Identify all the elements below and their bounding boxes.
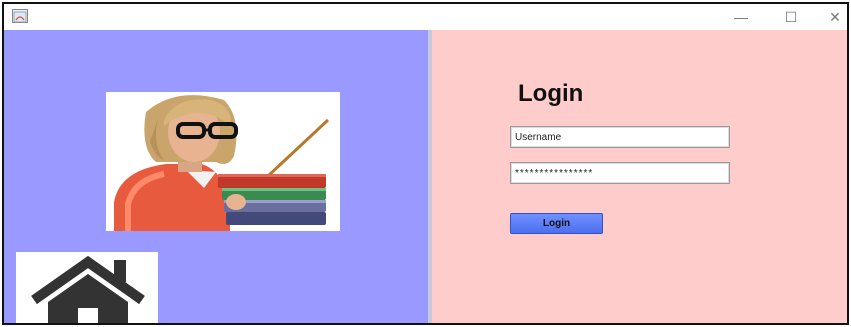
minimize-button[interactable]: — — [718, 4, 764, 30]
app-window: — ☐ ✕ Login Username **************** Lo… — [2, 2, 849, 325]
close-icon: ✕ — [829, 8, 841, 25]
maximize-button[interactable]: ☐ — [768, 4, 814, 30]
login-button-label: Login — [542, 218, 571, 229]
teacher-icon — [106, 92, 340, 231]
minimize-icon: — — [734, 9, 748, 25]
login-button[interactable]: Login — [510, 213, 603, 234]
home-icon[interactable] — [16, 252, 158, 323]
close-button[interactable]: ✕ — [812, 4, 847, 30]
java-app-icon — [12, 9, 28, 23]
title-bar[interactable]: — ☐ ✕ — [4, 4, 847, 30]
password-field[interactable] — [510, 162, 730, 184]
login-panel: Login Login — [432, 30, 847, 323]
left-panel — [4, 30, 428, 323]
login-title: Login — [518, 80, 584, 107]
maximize-icon: ☐ — [784, 8, 798, 25]
username-field[interactable] — [510, 126, 730, 148]
